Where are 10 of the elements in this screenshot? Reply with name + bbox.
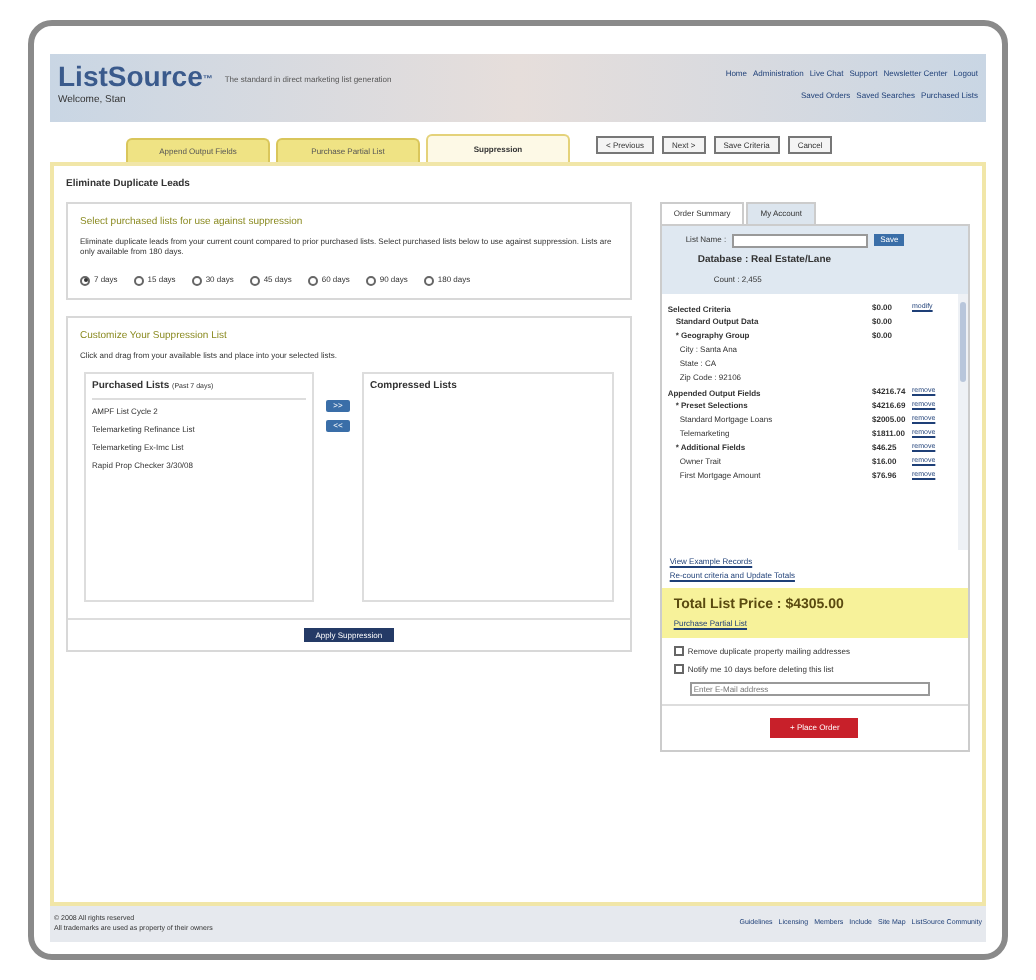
radio-button[interactable] — [365, 275, 376, 285]
checkbox[interactable] — [673, 664, 684, 674]
radio-button[interactable] — [249, 275, 260, 285]
list-name-field[interactable] — [732, 233, 869, 247]
checkbox[interactable] — [673, 646, 684, 656]
radio-button[interactable] — [307, 275, 318, 285]
radio-button[interactable] — [133, 275, 144, 285]
radio-button[interactable] — [80, 275, 90, 285]
radio-button[interactable] — [191, 275, 202, 285]
radio-button[interactable] — [423, 275, 434, 285]
